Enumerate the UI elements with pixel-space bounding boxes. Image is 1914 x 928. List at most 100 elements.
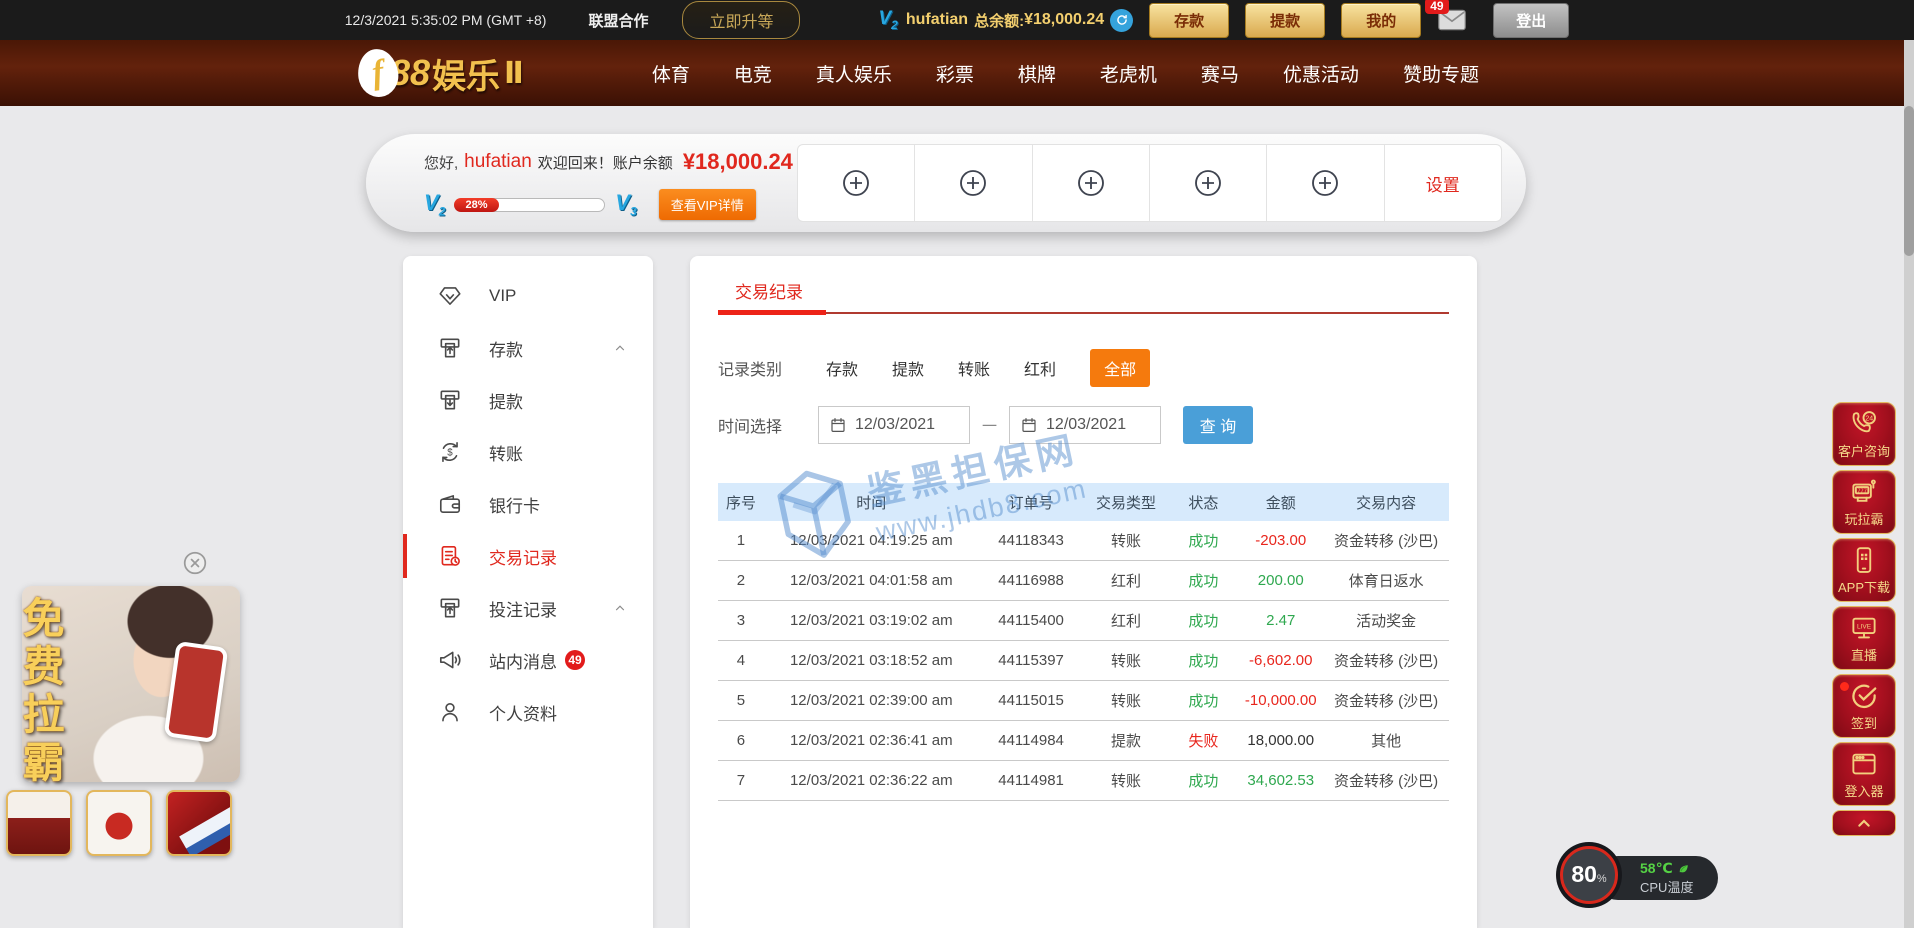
check-circle-icon (1849, 681, 1879, 711)
table-header: 序号 时间 订单号 交易类型 状态 金额 交易内容 (718, 483, 1449, 521)
vip-detail-button[interactable]: 查看VIP详情 (659, 189, 756, 220)
transfer-money-icon: $ (437, 439, 463, 465)
logout-button[interactable]: 登出 (1493, 3, 1569, 38)
promo-thumb[interactable] (166, 790, 232, 856)
nav-item-sports[interactable]: 体育 (652, 60, 690, 87)
main-nav: f 88 娱乐 Ⅱ 体育 电竞 真人娱乐 彩票 棋牌 老虎机 赛马 优惠活动 赞… (0, 40, 1914, 106)
promo-text: 免费拉霸 (10, 596, 71, 788)
promo-close-icon[interactable] (182, 550, 208, 576)
sidebar-item-deposit[interactable]: 存款 (403, 322, 653, 374)
date-to-input[interactable]: 12/03/2021 (1009, 406, 1161, 444)
quick-add-5[interactable] (1267, 145, 1384, 221)
vip-progress-fill: 28% (454, 198, 498, 212)
filter-all-active[interactable]: 全部 (1090, 349, 1150, 387)
vip-current-badge: V2 (424, 190, 445, 218)
brand-logo[interactable]: f 88 娱乐 Ⅱ (358, 49, 524, 98)
chevron-up-icon (613, 601, 627, 615)
sidebar-item-transfer[interactable]: $ 转账 (403, 426, 653, 478)
calendar-icon (1020, 416, 1038, 434)
sidebar-item-profile[interactable]: 个人资料 (403, 686, 653, 738)
status-badge: 成功 (1168, 610, 1238, 631)
welcome-username: hufatian (464, 151, 532, 173)
nav-item-esports[interactable]: 电竞 (734, 60, 772, 87)
tab-active-underline (718, 310, 826, 315)
sidebar-item-withdraw[interactable]: 提款 (403, 374, 653, 426)
live-stream-button[interactable]: LIVE 直播 (1832, 606, 1896, 670)
search-button[interactable]: 查 询 (1183, 406, 1253, 444)
messages-badge: 49 (565, 650, 585, 670)
promo-banner[interactable]: 免费拉霸 (6, 586, 256, 866)
sidebar-item-bet-record[interactable]: 投注记录 (403, 582, 653, 634)
date-from-input[interactable]: 12/03/2021 (818, 406, 970, 444)
live-monitor-icon: LIVE (1849, 613, 1879, 643)
plus-circle-icon (1075, 167, 1107, 199)
sidebar-item-messages[interactable]: 站内消息 49 (403, 634, 653, 686)
customer-service-button[interactable]: 24 客户咨询 (1832, 402, 1896, 466)
leaf-icon (1677, 862, 1690, 875)
scrollbar-thumb[interactable] (1904, 106, 1914, 256)
collapse-stack-button[interactable] (1832, 810, 1896, 836)
promo-thumb[interactable] (86, 790, 152, 856)
filter-label: 记录类别 (718, 356, 826, 380)
tab-divider (718, 312, 1449, 314)
sidebar-item-bank-card[interactable]: 银行卡 (403, 478, 653, 530)
scrollbar-track[interactable] (1904, 40, 1914, 928)
screen: 12/3/2021 5:35:02 PM (GMT +8) 联盟合作 立即升等 … (0, 0, 1914, 928)
filter-deposit[interactable]: 存款 (826, 356, 858, 380)
app-download-button[interactable]: APP下载 (1832, 538, 1896, 602)
nav-item-promotions[interactable]: 优惠活动 (1283, 60, 1359, 87)
cpu-temp-label: CPU温度 (1640, 877, 1718, 896)
upgrade-button[interactable]: 立即升等 (682, 1, 800, 39)
filter-withdraw[interactable]: 提款 (892, 356, 924, 380)
quick-add-3[interactable] (1033, 145, 1150, 221)
nav-item-board-games[interactable]: 棋牌 (1018, 60, 1056, 87)
topbar: 12/3/2021 5:35:02 PM (GMT +8) 联盟合作 立即升等 … (0, 0, 1914, 40)
filter-transfer[interactable]: 转账 (958, 356, 990, 380)
filter-bonus[interactable]: 红利 (1024, 356, 1056, 380)
mail-badge: 49 (1425, 0, 1448, 14)
status-badge: 成功 (1168, 530, 1238, 551)
sidebar: VIP 存款 提款 $ 转账 银行卡 交易记录 投注记录 (403, 256, 653, 928)
plus-circle-icon (1309, 167, 1341, 199)
mobile-app-icon (1849, 545, 1879, 575)
nav-item-lottery[interactable]: 彩票 (936, 60, 974, 87)
settings-button[interactable]: 设置 (1385, 145, 1501, 221)
launcher-button[interactable]: 登入器 (1832, 742, 1896, 806)
refresh-balance-icon[interactable] (1110, 9, 1133, 32)
mail-icon[interactable]: 49 (1437, 8, 1467, 32)
calendar-icon (829, 416, 847, 434)
deposit-button[interactable]: 存款 (1149, 3, 1229, 38)
record-type-filter: 记录类别 存款 提款 转账 红利 全部 (718, 351, 1150, 385)
svg-text:24: 24 (1865, 415, 1873, 422)
sidebar-item-transaction-record[interactable]: 交易记录 (403, 530, 653, 582)
promo-thumbnails (6, 790, 232, 856)
sidebar-item-vip[interactable]: VIP (403, 270, 653, 322)
date-separator: 一 (982, 415, 997, 436)
slot-machine-button[interactable]: 777 玩拉霸 (1832, 470, 1896, 534)
nav-item-sponsorship[interactable]: 赞助专题 (1403, 60, 1479, 87)
person-icon (437, 699, 463, 725)
nav-item-horse-racing[interactable]: 赛马 (1201, 60, 1239, 87)
slot-machine-icon: 777 (1849, 477, 1879, 507)
transaction-table: 序号 时间 订单号 交易类型 状态 金额 交易内容 1 12/03/2021 0… (718, 483, 1449, 801)
tab-transaction-record[interactable]: 交易纪录 (735, 278, 803, 303)
check-in-button[interactable]: 签到 (1832, 674, 1896, 738)
nav-item-live-casino[interactable]: 真人娱乐 (816, 60, 892, 87)
quick-add-2[interactable] (915, 145, 1032, 221)
balance-label: 总余额: (974, 10, 1024, 31)
quick-add-4[interactable] (1150, 145, 1267, 221)
table-row: 2 12/03/2021 04:01:58 am 44116988 红利 成功 … (718, 561, 1449, 601)
alliance-link[interactable]: 联盟合作 (588, 10, 648, 31)
promo-thumb[interactable] (6, 790, 72, 856)
nav-item-slots[interactable]: 老虎机 (1100, 60, 1157, 87)
cpu-usage-gauge[interactable]: 80 % (1560, 846, 1618, 904)
table-row: 4 12/03/2021 03:18:52 am 44115397 转账 成功 … (718, 641, 1449, 681)
table-row: 5 12/03/2021 02:39:00 am 44115015 转账 成功 … (718, 681, 1449, 721)
mine-button[interactable]: 我的 (1341, 3, 1421, 38)
svg-text:$: $ (447, 447, 453, 458)
withdraw-button[interactable]: 提款 (1245, 3, 1325, 38)
withdraw-machine-icon (437, 387, 463, 413)
quick-add-1[interactable] (798, 145, 915, 221)
status-badge: 成功 (1168, 570, 1238, 591)
quick-actions-card: 设置 (797, 144, 1502, 222)
